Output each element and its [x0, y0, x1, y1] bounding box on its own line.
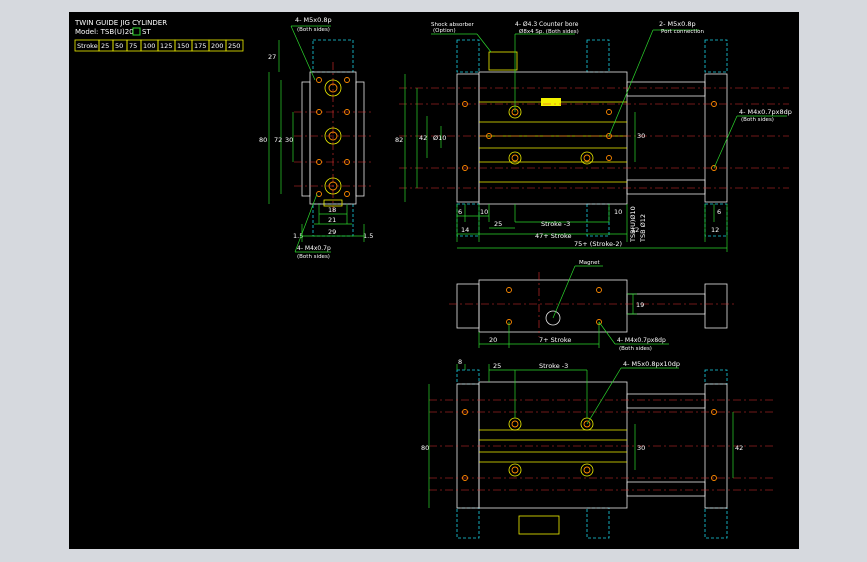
callout-note: (Both sides)	[741, 117, 774, 123]
dim-label: Stroke -3	[539, 362, 568, 370]
dim-label: TSB(U)Ø10	[629, 206, 637, 243]
stroke-value: 25	[101, 42, 109, 50]
model-label: Model: TSB(U)20	[75, 28, 134, 36]
dim-label: 8	[458, 358, 462, 366]
callout-note: (Both sides)	[297, 254, 330, 260]
dim-label: 29	[328, 228, 336, 236]
dim-label: 42	[419, 134, 427, 142]
stroke-value: 75	[129, 42, 137, 50]
callout-m5-bottom: 4- M5x0.8px10dp	[623, 360, 680, 368]
model-suffix: ST	[142, 28, 151, 36]
dim-label: 6	[717, 208, 721, 216]
model-field-box	[132, 27, 141, 36]
callout-m4-left: 4- M4x0.7p	[297, 245, 331, 252]
callout-note: (Option)	[433, 28, 456, 34]
dim-label: Ø10	[433, 134, 446, 142]
callout-counter-bore: 4- Ø4.3 Counter bore	[515, 21, 579, 28]
stroke-value: 250	[228, 42, 240, 50]
callout-note: (Both sides)	[619, 346, 652, 352]
dim-label: 25	[493, 362, 501, 370]
dim-label: 12	[711, 226, 719, 234]
top-view	[449, 272, 734, 337]
dim-label: 30	[285, 136, 293, 144]
stroke-value: 100	[143, 42, 155, 50]
dim-label: 18	[328, 206, 336, 214]
stroke-value: 125	[160, 42, 172, 50]
dim-label: 21	[328, 216, 336, 224]
dim-label: 72	[274, 136, 282, 144]
dim-label: 47+ Stroke	[535, 232, 572, 240]
dim-label: 14	[461, 226, 469, 234]
cad-drawing-canvas[interactable]: TWIN GUIDE JIG CYLINDER Model: TSB(U)20 …	[69, 12, 799, 549]
callout-note: (Both sides)	[297, 27, 330, 33]
callout-port: 2- M5x0.8p	[659, 20, 696, 28]
bottom-view	[429, 369, 774, 539]
callout-m4-mid: 4- M4x0.7px8dp	[617, 337, 666, 344]
callout-m5-top: 4- M5x0.8p	[295, 16, 332, 24]
callout-m4-right: 4- M4x0.7px8dp	[739, 108, 792, 116]
stroke-table-header: Stroke	[77, 42, 98, 50]
dim-label: 30	[637, 444, 645, 452]
dim-label: 19	[636, 301, 644, 309]
dim-label: 27	[268, 53, 276, 61]
dim-label: 10	[480, 208, 488, 216]
cad-drawing: TWIN GUIDE JIG CYLINDER Model: TSB(U)20 …	[74, 16, 792, 539]
dim-label: Stroke -3	[541, 220, 570, 228]
dim-label: 30	[637, 132, 645, 140]
stroke-value: 50	[115, 42, 123, 50]
callout-magnet: Magnet	[579, 260, 600, 266]
dim-label: 7+ Stroke	[539, 336, 571, 344]
label-plate	[541, 98, 561, 106]
stroke-table: Stroke 25 50 75 100 125 150 175 200 250	[74, 39, 244, 52]
dim-label: 80	[421, 444, 429, 452]
dim-label: 20	[489, 336, 497, 344]
dim-label: 82	[395, 136, 403, 144]
callout-note: Port connection	[661, 29, 704, 35]
bottom-view-dimensions: 8 25 Stroke -3 80 30 42 4- M5x0.8px10dp	[421, 358, 743, 508]
dim-label: 80	[259, 136, 267, 144]
dim-label: TSB Ø12	[639, 214, 647, 243]
dim-label: 6	[458, 208, 462, 216]
front-view	[399, 39, 789, 237]
stroke-value: 150	[177, 42, 189, 50]
dim-label: 10	[614, 208, 622, 216]
drawing-title: TWIN GUIDE JIG CYLINDER	[74, 19, 167, 27]
dim-label: 42	[735, 444, 743, 452]
dim-label: 75+ (Stroke-2)	[574, 240, 622, 248]
top-view-dimensions: 19 20 7+ Stroke Magnet 4- M4x0.7px8dp (B…	[478, 260, 669, 352]
stroke-value: 175	[194, 42, 206, 50]
callout-note: Ø8x4 Sp. (Both sides)	[519, 28, 579, 35]
dim-label: 25	[494, 220, 502, 228]
stroke-value: 200	[211, 42, 223, 50]
dim-label: 1.5	[363, 232, 373, 240]
